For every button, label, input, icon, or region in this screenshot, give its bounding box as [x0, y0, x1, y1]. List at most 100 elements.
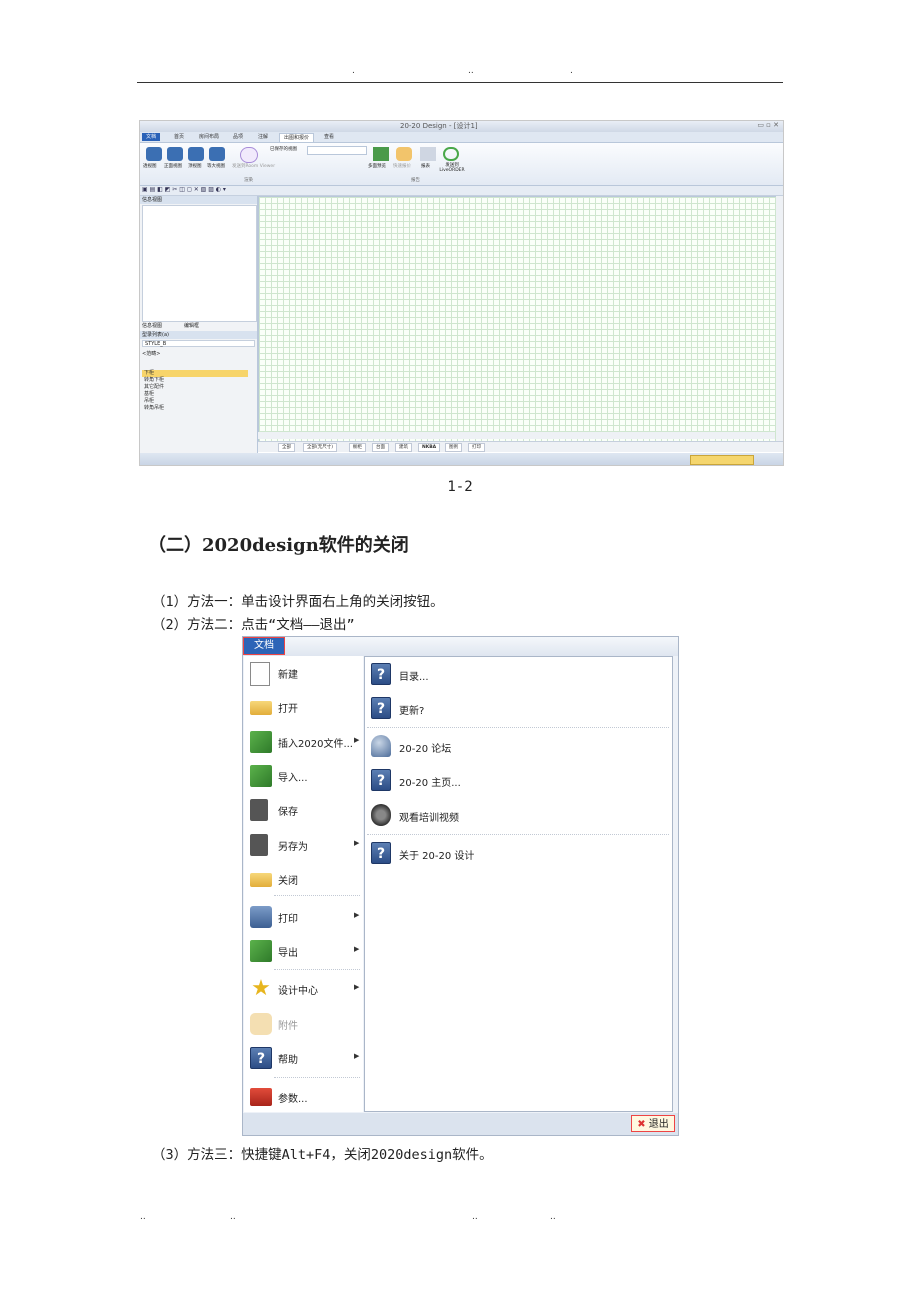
menu-item-label: 插入2020文件...	[278, 739, 353, 750]
menu-item-insert-2020[interactable]: 插入2020文件... ▶	[248, 727, 362, 757]
vertical-scrollbar[interactable]	[776, 196, 783, 443]
info-tab[interactable]: 信息视图	[142, 322, 162, 329]
menu-item-parameters[interactable]: 参数...	[248, 1082, 362, 1112]
ribbon-label: 报表	[421, 164, 430, 169]
list-item[interactable]: 转角吊柜	[142, 405, 248, 412]
menu-item-label: 目录...	[399, 672, 429, 683]
view-tab[interactable]: 建筑	[395, 443, 412, 452]
menu-item-save[interactable]: 保存	[248, 795, 362, 825]
toolbar-icons[interactable]: ▣ ▤ ◧ ◩ ✂ ◫ ◻ ✕ ▧ ▨ ◐ ▾	[142, 186, 226, 193]
menu-item-training-video[interactable]: 观看培训视频	[371, 800, 661, 830]
paragraph-method-3: （3）方法三：快捷键Alt+F4，关闭2020design软件。	[152, 1147, 493, 1163]
list-item[interactable]: 基柜	[142, 391, 248, 398]
menu-separator	[274, 1077, 360, 1078]
list-item[interactable]: 吊柜	[142, 398, 248, 405]
insert-file-icon	[250, 731, 272, 753]
ribbon-label: 发送到 LiveORDER	[439, 163, 465, 173]
horizontal-scrollbar[interactable]	[258, 432, 775, 439]
ribbon-tab-file[interactable]: 文档	[142, 133, 161, 141]
help-icon: ?	[371, 697, 391, 719]
left-panel: 信息视图 信息视图 编辑框 型录列表(a) STYLE_B <范畴> 下柜 转角…	[140, 196, 258, 453]
menu-item-attachments[interactable]: 附件	[248, 1009, 362, 1039]
menu-item-label: 打印	[278, 914, 298, 925]
cube-icon[interactable]	[167, 147, 183, 161]
ribbon-tab-annotate[interactable]: 注解	[254, 133, 272, 141]
quick-access-toolbar: ▣ ▤ ◧ ◩ ✂ ◫ ◻ ✕ ▧ ▨ ◐ ▾	[140, 186, 783, 196]
ribbon-label: 等大视图	[207, 164, 225, 169]
menu-bottom-bar	[243, 1113, 678, 1135]
menu-item-label: 参数...	[278, 1094, 308, 1105]
view-tab[interactable]: 橱柜	[349, 443, 366, 452]
menu-item-contents[interactable]: ? 目录...	[371, 659, 661, 689]
exit-button[interactable]: ✖ 退出	[631, 1115, 675, 1132]
ribbon-tab-items[interactable]: 品项	[229, 133, 247, 141]
list-item[interactable]: 其它配件	[142, 384, 248, 391]
saved-views-dropdown[interactable]	[307, 146, 367, 155]
file-menu-right: ? 目录... ? 更新? 20-20 论坛 ? 20-20 主页... 观看培…	[364, 656, 673, 1112]
menu-item-about[interactable]: ? 关于 20-20 设计	[371, 838, 661, 868]
menu-item-open[interactable]: 打开	[248, 692, 362, 722]
menu-item-forum[interactable]: 20-20 论坛	[371, 731, 661, 761]
multi-preview-icon[interactable]	[373, 147, 389, 161]
ribbon-tab-home[interactable]: 首页	[170, 133, 188, 141]
view-tab[interactable]: NKBA	[418, 443, 441, 452]
menu-item-design-center[interactable]: ★ 设计中心 ▶	[248, 974, 362, 1004]
menu-separator	[274, 895, 360, 896]
catalog-select[interactable]: STYLE_B	[142, 340, 255, 347]
footer-mark: ..	[472, 1212, 478, 1222]
view-tab[interactable]: 全部(无尺寸)	[303, 443, 338, 452]
menu-item-print[interactable]: 打印 ▶	[248, 902, 362, 932]
save-disk-icon	[250, 799, 268, 821]
quick-quote-icon[interactable]	[396, 147, 412, 161]
design-canvas-grid[interactable]	[258, 196, 777, 445]
view-tab[interactable]: 图例	[445, 443, 462, 452]
menu-item-label: 设计中心	[278, 986, 318, 997]
window-controls-icon[interactable]: ▭ ▫ ✕	[757, 121, 779, 129]
cube-icon[interactable]	[146, 147, 162, 161]
ribbon-tab-room-layout[interactable]: 房间布局	[195, 133, 223, 141]
menu-item-homepage[interactable]: ? 20-20 主页...	[371, 765, 661, 795]
report-icon[interactable]	[420, 147, 436, 161]
list-item[interactable]: 下柜	[142, 370, 248, 377]
list-item[interactable]: 转角下柜	[142, 377, 248, 384]
menu-item-label: 关闭	[278, 876, 298, 887]
menu-separator	[274, 969, 360, 970]
puzzle-icon	[250, 1013, 272, 1035]
ribbon-tab-output[interactable]: 出图和报价	[279, 133, 315, 142]
file-menu-screenshot: 文档 新建 打开 插入2020文件... ▶ 导入... 保存 另存为 ▶ 关闭…	[242, 636, 679, 1136]
header-mark: .	[570, 66, 573, 76]
menu-item-close[interactable]: 关闭	[248, 864, 362, 894]
help-icon: ?	[371, 842, 391, 864]
film-reel-icon	[371, 804, 391, 826]
ribbon-tabbar: 文档 首页 房间布局 品项 注解 出图和报价 查看	[140, 132, 783, 143]
file-tab[interactable]: 文档	[243, 637, 285, 655]
submenu-arrow-icon: ▶	[354, 1052, 360, 1060]
ribbon-tab-view[interactable]: 查看	[320, 133, 338, 141]
view-tab[interactable]: 全部	[278, 443, 295, 452]
figure-caption: 1-2	[447, 479, 473, 495]
status-icons[interactable]	[690, 455, 754, 465]
window-title: 20-20 Design - [设计1]	[400, 122, 478, 130]
liveorder-icon[interactable]	[443, 147, 459, 161]
open-folder-icon	[250, 701, 272, 715]
menu-item-new[interactable]: 新建	[248, 658, 362, 688]
edit-tab[interactable]: 编辑框	[184, 322, 199, 329]
catalog-filter[interactable]: <范畴>	[142, 350, 160, 357]
menu-item-label: 附件	[278, 1021, 298, 1032]
menu-item-update[interactable]: ? 更新?	[371, 693, 661, 723]
cube-icon[interactable]	[188, 147, 204, 161]
menu-separator	[367, 834, 669, 835]
view-tab[interactable]: 台面	[372, 443, 389, 452]
menu-item-import[interactable]: 导入...	[248, 761, 362, 791]
catalog-panel-title: 型录列表(a)	[140, 331, 257, 339]
ribbon-label: 发送到Room Viewer	[232, 164, 276, 169]
menu-item-help[interactable]: ? 帮助 ▶	[248, 1043, 362, 1073]
ribbon-panel: 透视图 正面视图 顶视图 等大视图 发送到Room Viewer 渲染 已保存的…	[140, 143, 783, 186]
menu-item-export[interactable]: 导出 ▶	[248, 936, 362, 966]
view-tab[interactable]: 打印	[468, 443, 485, 452]
cube-icon[interactable]	[209, 147, 225, 161]
window-titlebar: 20-20 Design - [设计1] ▭ ▫ ✕	[140, 121, 783, 132]
menu-item-save-as[interactable]: 另存为 ▶	[248, 830, 362, 860]
room-viewer-icon[interactable]	[240, 147, 258, 163]
menu-item-label: 导入...	[278, 773, 308, 784]
